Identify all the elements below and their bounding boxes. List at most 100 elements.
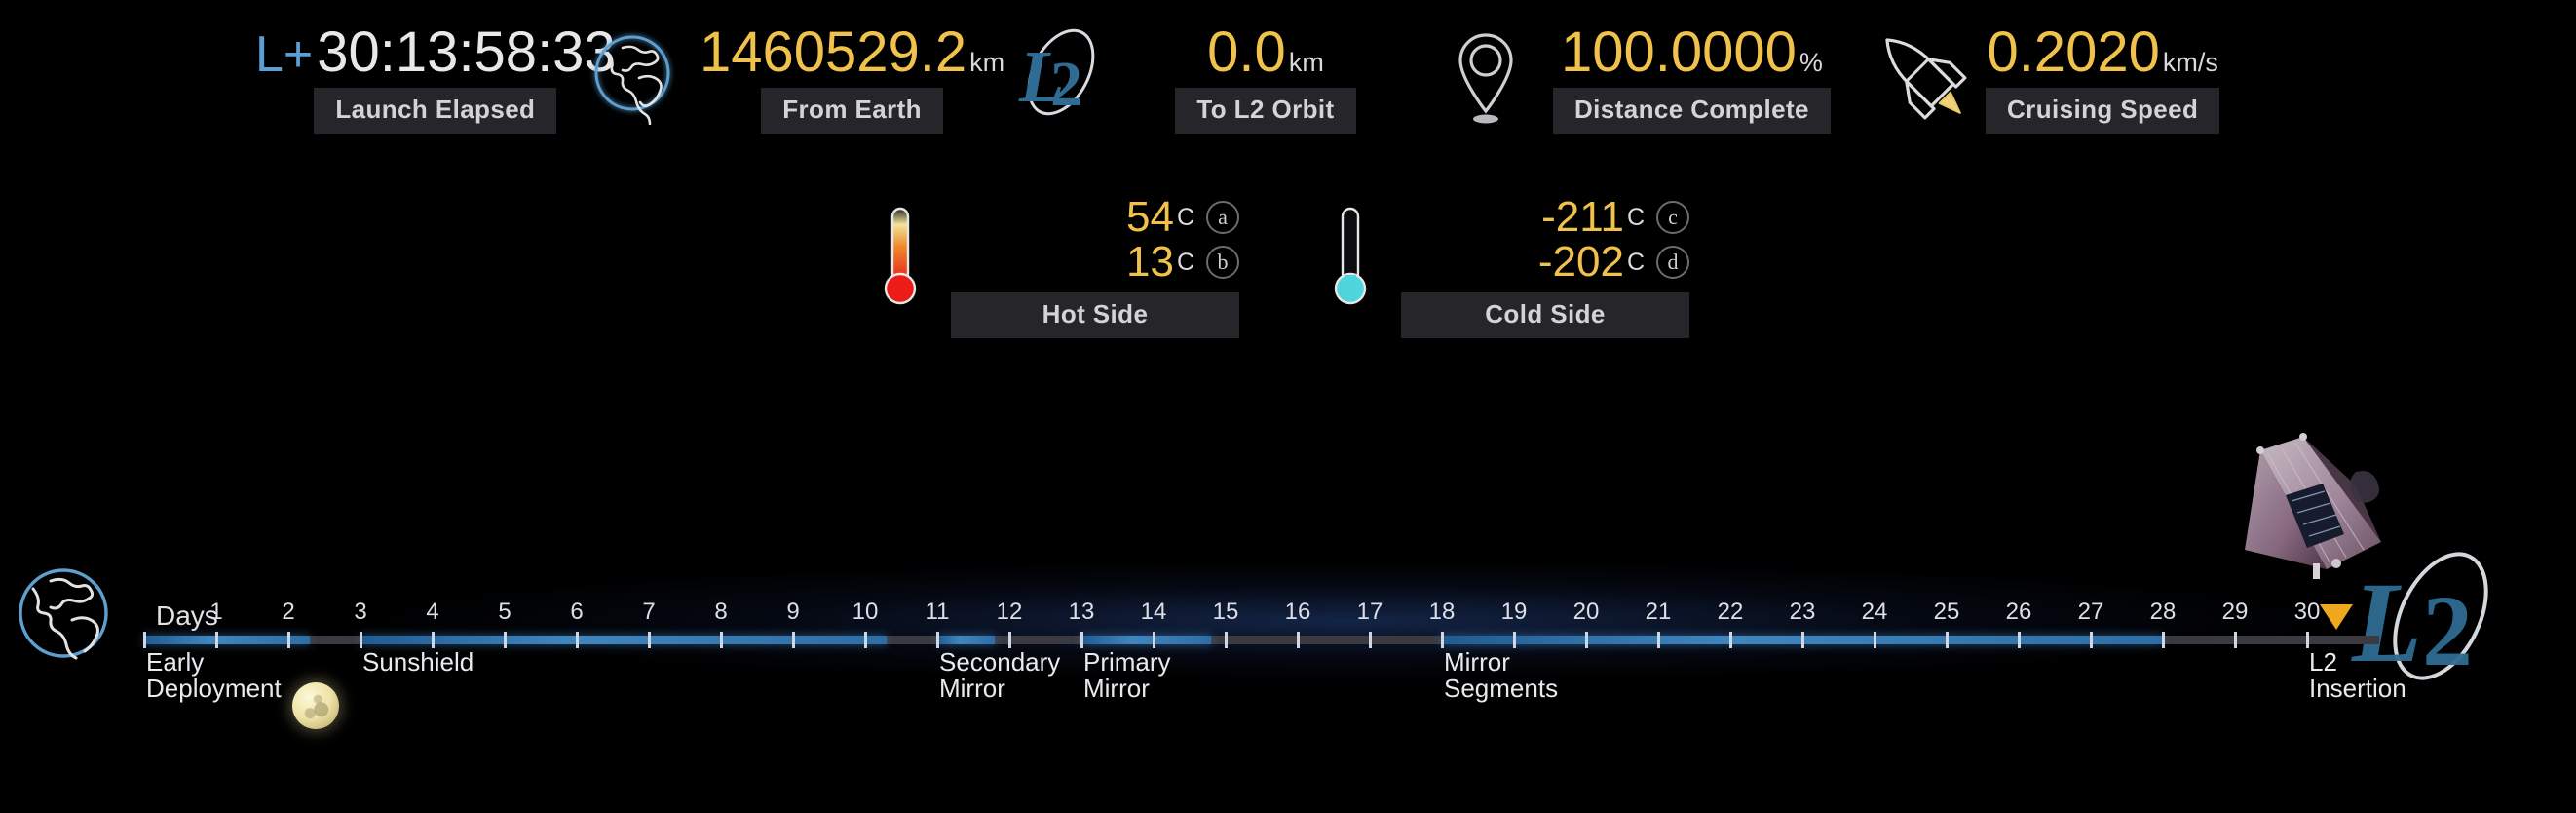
timeline-tick-label: 7	[642, 599, 656, 625]
timeline-tick-label: 26	[2005, 599, 2032, 625]
cold-side-label-wrap: Cold Side	[1401, 292, 1689, 338]
timeline-phase-segment[interactable]	[360, 636, 888, 644]
timeline-tick	[1801, 632, 1804, 648]
timeline-phase-label: Secondary Mirror	[939, 647, 1061, 703]
timeline-tick	[287, 632, 290, 648]
cold-unit-d: C	[1626, 248, 1645, 276]
timeline-tick-label: 23	[1789, 599, 1816, 625]
metric-cruising-speed: 0.2020 km/s Cruising Speed	[1869, 18, 2220, 134]
distance-complete-label: Distance Complete	[1553, 88, 1831, 134]
timeline-tick-label: 5	[498, 599, 511, 625]
sensor-badge-d: d	[1656, 246, 1689, 279]
thermometer-hot-icon	[867, 195, 941, 312]
l-plus-prefix: L+	[255, 26, 314, 83]
timeline-phase-segment[interactable]	[144, 636, 311, 644]
timeline-tick	[2234, 632, 2237, 648]
timeline-tick-label: 6	[570, 599, 584, 625]
from-earth-readout: 1460529.2 km From Earth	[700, 18, 1004, 134]
timeline-earth-icon	[10, 560, 117, 667]
mission-timeline[interactable]: Days 1 2 3 4 5 6 7 8 9 10 11 12 13 14 15 16 17 18 19 20 21 22…	[0, 521, 2576, 813]
temperature-hot-side: 54 Ca 13 Cb Hot Side	[867, 193, 1239, 338]
metric-launch-elapsed: L+ 30:13:58:33 Launch Elapsed	[255, 18, 616, 134]
timeline-tick-label: 15	[1212, 599, 1239, 625]
timeline-glow	[117, 548, 2576, 694]
distance-complete-value: 100.0000	[1560, 20, 1797, 84]
thermometer-cold-icon	[1317, 195, 1391, 312]
timeline-tick	[864, 632, 867, 648]
cold-value-d: -202	[1537, 238, 1624, 286]
timeline-tick-label: 10	[852, 599, 879, 625]
timeline-tick-label: 30	[2293, 599, 2321, 625]
rocket-icon	[1869, 18, 1976, 133]
from-earth-unit: km	[969, 48, 1005, 77]
to-l2-orbit-label: To L2 Orbit	[1175, 88, 1356, 134]
sensor-badge-c: c	[1656, 201, 1689, 234]
timeline-tick	[1080, 632, 1083, 648]
timeline-tick	[720, 632, 723, 648]
timeline-tick	[215, 632, 218, 648]
from-earth-label: From Earth	[761, 88, 943, 134]
hot-side-readout: 54 Ca 13 Cb Hot Side	[951, 193, 1239, 338]
hot-reading-b: 13 Cb	[1125, 238, 1239, 286]
launch-elapsed-readout: L+ 30:13:58:33 Launch Elapsed	[255, 18, 616, 134]
sensor-badge-b: b	[1206, 246, 1239, 279]
timeline-phase-label: Mirror Segments	[1444, 647, 1559, 703]
moon-icon	[292, 682, 339, 729]
timeline-tick	[1153, 632, 1155, 648]
map-pin-icon	[1432, 18, 1539, 133]
timeline-tick-label: 11	[925, 599, 950, 625]
timeline-tick-label: 3	[354, 599, 367, 625]
timeline-tick	[2306, 632, 2309, 648]
sensor-badge-a: a	[1206, 201, 1239, 234]
hot-unit-b: C	[1176, 248, 1194, 276]
timeline-tick	[648, 632, 651, 648]
timeline-tick-label: 24	[1861, 599, 1888, 625]
timeline-tick	[504, 632, 507, 648]
tracker-root: L+ 30:13:58:33 Launch Elapsed 1460529.2 …	[0, 0, 2576, 813]
timeline-tick	[360, 632, 362, 648]
timeline-tick-label: 4	[426, 599, 439, 625]
current-position-marker[interactable]	[2319, 604, 2353, 630]
from-earth-value: 1460529.2	[700, 20, 967, 84]
l2-logo-icon: L 2	[1007, 18, 1115, 133]
hot-unit-a: C	[1176, 203, 1194, 231]
timeline-tick	[1513, 632, 1516, 648]
timeline-tick-label: 9	[786, 599, 800, 625]
launch-elapsed-value: 30:13:58:33	[317, 20, 616, 84]
hot-reading-a: 54 Ca	[1126, 193, 1239, 241]
timeline-phase-segment[interactable]	[1081, 636, 1212, 644]
timeline-tick	[2018, 632, 2021, 648]
timeline-tick	[432, 632, 435, 648]
timeline-tick-label: 20	[1572, 599, 1600, 625]
from-earth-value-line: 1460529.2 km	[700, 18, 1004, 88]
metric-to-l2-orbit: L 2 0.0 km To L2 Orbit	[1007, 18, 1407, 134]
timeline-tick	[576, 632, 579, 648]
timeline-phase-label: Sunshield	[362, 647, 474, 677]
timeline-tick	[1874, 632, 1876, 648]
timeline-tick	[1369, 632, 1372, 648]
metric-distance-complete: 100.0000% Distance Complete	[1432, 18, 1831, 134]
cruising-speed-value-line: 0.2020 km/s	[1987, 18, 2217, 88]
timeline-tick-label: 14	[1140, 599, 1167, 625]
to-l2-orbit-value: 0.0	[1207, 20, 1286, 84]
timeline-tick-label: 17	[1356, 599, 1383, 625]
timeline-phase-segment[interactable]	[937, 636, 996, 644]
timeline-tick-label: 19	[1500, 599, 1528, 625]
hot-value-b: 13	[1125, 238, 1174, 286]
timeline-tick	[1657, 632, 1660, 648]
timeline-phase-label: Early Deployment	[146, 647, 282, 703]
temperature-cold-side: -211 Cc -202 Cd Cold Side	[1317, 193, 1689, 338]
timeline-tick	[1441, 632, 1444, 648]
cruising-speed-label: Cruising Speed	[1986, 88, 2220, 134]
timeline-tick-label: 18	[1428, 599, 1456, 625]
launch-elapsed-value-line: L+ 30:13:58:33	[255, 18, 616, 88]
timeline-tick	[2090, 632, 2093, 648]
to-l2-orbit-readout: 0.0 km To L2 Orbit	[1124, 18, 1407, 134]
timeline-tick-label: 21	[1645, 599, 1672, 625]
launch-elapsed-label: Launch Elapsed	[314, 88, 557, 134]
timeline-tick	[1225, 632, 1228, 648]
cold-reading-d: -202 Cd	[1537, 238, 1689, 286]
cold-reading-c: -211 Cc	[1541, 193, 1689, 241]
timeline-tick	[1729, 632, 1732, 648]
timeline-tick	[936, 632, 939, 648]
